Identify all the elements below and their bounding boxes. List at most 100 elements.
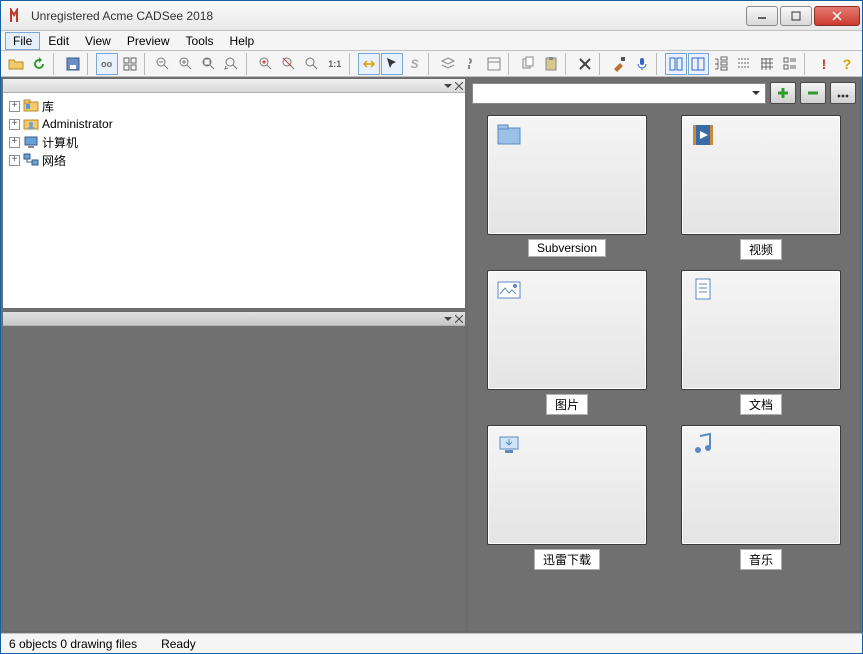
tree-label: Administrator	[42, 117, 113, 131]
folder-item-music[interactable]: 音乐	[672, 425, 850, 570]
folder-item-documents[interactable]: 文档	[672, 270, 850, 415]
boxed-1-icon[interactable]	[665, 53, 687, 75]
panel-menu-icon[interactable]	[444, 82, 452, 90]
panel-menu-icon[interactable]	[444, 315, 452, 323]
tree-label: 计算机	[42, 134, 78, 151]
layout-icon[interactable]	[483, 53, 505, 75]
folder-item-videos[interactable]: 视频	[672, 115, 850, 260]
separator	[565, 53, 571, 75]
help-icon[interactable]: ?	[836, 53, 858, 75]
separator	[349, 53, 355, 75]
panel-close-icon[interactable]	[455, 82, 463, 90]
window-title: Unregistered Acme CADSee 2018	[31, 9, 746, 23]
detail-icon[interactable]	[779, 53, 801, 75]
music-icon	[690, 432, 716, 458]
tree-item-administrator[interactable]: Administrator	[7, 115, 461, 133]
documents-icon	[690, 277, 716, 303]
menu-help[interactable]: Help	[222, 32, 263, 50]
refresh-icon[interactable]	[28, 53, 50, 75]
zoom-prev-icon[interactable]	[301, 53, 323, 75]
menu-view[interactable]: View	[77, 32, 119, 50]
add-button[interactable]	[770, 82, 796, 104]
address-row	[468, 79, 860, 107]
expand-icon[interactable]	[9, 137, 20, 148]
remove-button[interactable]	[800, 82, 826, 104]
separator	[599, 53, 605, 75]
zoom-in-icon[interactable]	[175, 53, 197, 75]
app-window: Unregistered Acme CADSee 2018 File Edit …	[0, 0, 863, 654]
expand-icon[interactable]	[9, 155, 20, 166]
separator	[804, 53, 810, 75]
menu-preview[interactable]: Preview	[119, 32, 178, 50]
arrows-icon[interactable]	[358, 53, 380, 75]
preview-panel	[2, 311, 466, 632]
warning-icon[interactable]: !	[813, 53, 835, 75]
panel-header	[3, 312, 465, 326]
delete-icon[interactable]	[574, 53, 596, 75]
folder-item-subversion[interactable]: Subversion	[478, 115, 656, 260]
zoom-out-icon[interactable]	[152, 53, 174, 75]
download-icon	[496, 432, 522, 458]
separator	[53, 53, 59, 75]
expand-icon[interactable]	[9, 101, 20, 112]
menu-file[interactable]: File	[5, 32, 40, 50]
thumb-label: 视频	[740, 239, 782, 260]
body: 库 Administrator 计算机	[1, 77, 862, 633]
zoom-dynamic-icon[interactable]	[221, 53, 243, 75]
video-icon	[690, 122, 716, 148]
zoom-extents-icon[interactable]	[255, 53, 277, 75]
menu-tools[interactable]: Tools	[178, 32, 222, 50]
folder-item-pictures[interactable]: 图片	[478, 270, 656, 415]
minimize-button[interactable]	[746, 6, 778, 26]
folder-item-downloads[interactable]: 迅雷下载	[478, 425, 656, 570]
zoom-all-icon[interactable]	[278, 53, 300, 75]
panel-header	[3, 79, 465, 93]
tree-item-network[interactable]: 网络	[7, 151, 461, 169]
pictures-icon	[496, 277, 522, 303]
save-icon[interactable]	[62, 53, 84, 75]
left-column: 库 Administrator 计算机	[1, 77, 467, 633]
mic-icon[interactable]	[631, 53, 653, 75]
tree-view-icon[interactable]	[710, 53, 732, 75]
close-button[interactable]	[814, 6, 860, 26]
status-ready: Ready	[161, 637, 196, 651]
tree-item-computer[interactable]: 计算机	[7, 133, 461, 151]
hammer-icon[interactable]	[608, 53, 630, 75]
panel-close-icon[interactable]	[455, 315, 463, 323]
folder-tree[interactable]: 库 Administrator 计算机	[3, 93, 465, 173]
maximize-button[interactable]	[780, 6, 812, 26]
zoom-window-icon[interactable]	[198, 53, 220, 75]
menu-edit[interactable]: Edit	[40, 32, 77, 50]
tree-item-libraries[interactable]: 库	[7, 97, 461, 115]
folder-tree-panel: 库 Administrator 计算机	[2, 78, 466, 309]
toolbar: oo 1:1 S ! ?	[1, 51, 862, 77]
library-icon	[23, 98, 39, 114]
paste-icon[interactable]	[540, 53, 562, 75]
expand-icon[interactable]	[9, 119, 20, 130]
app-icon	[9, 8, 25, 24]
path-combo[interactable]	[472, 83, 766, 104]
pointer-icon[interactable]	[381, 53, 403, 75]
network-icon	[23, 152, 39, 168]
grid-small-icon[interactable]	[756, 53, 778, 75]
boxed-2-icon[interactable]	[688, 53, 710, 75]
thumbnail-mode-icon[interactable]	[119, 53, 141, 75]
tree-label: 网络	[42, 152, 66, 169]
thumb-label: 迅雷下载	[534, 549, 600, 570]
oo-button[interactable]: oo	[96, 53, 118, 75]
thumb-label: 图片	[546, 394, 588, 415]
list-icon[interactable]	[733, 53, 755, 75]
open-folder-icon[interactable]	[5, 53, 27, 75]
titlebar: Unregistered Acme CADSee 2018	[1, 1, 862, 31]
separator	[428, 53, 434, 75]
thumbnail-grid[interactable]: Subversion 视频 图片 文档 迅雷下载	[468, 107, 860, 631]
zoom-11-button[interactable]: 1:1	[324, 53, 346, 75]
statusbar: 6 objects 0 drawing files Ready	[1, 633, 862, 653]
s-button[interactable]: S	[404, 53, 426, 75]
layers-icon[interactable]	[437, 53, 459, 75]
info-icon[interactable]	[460, 53, 482, 75]
copy-icon[interactable]	[517, 53, 539, 75]
content-panel: Subversion 视频 图片 文档 迅雷下载	[467, 78, 861, 632]
chevron-down-icon[interactable]	[748, 86, 763, 101]
more-button[interactable]	[830, 82, 856, 104]
